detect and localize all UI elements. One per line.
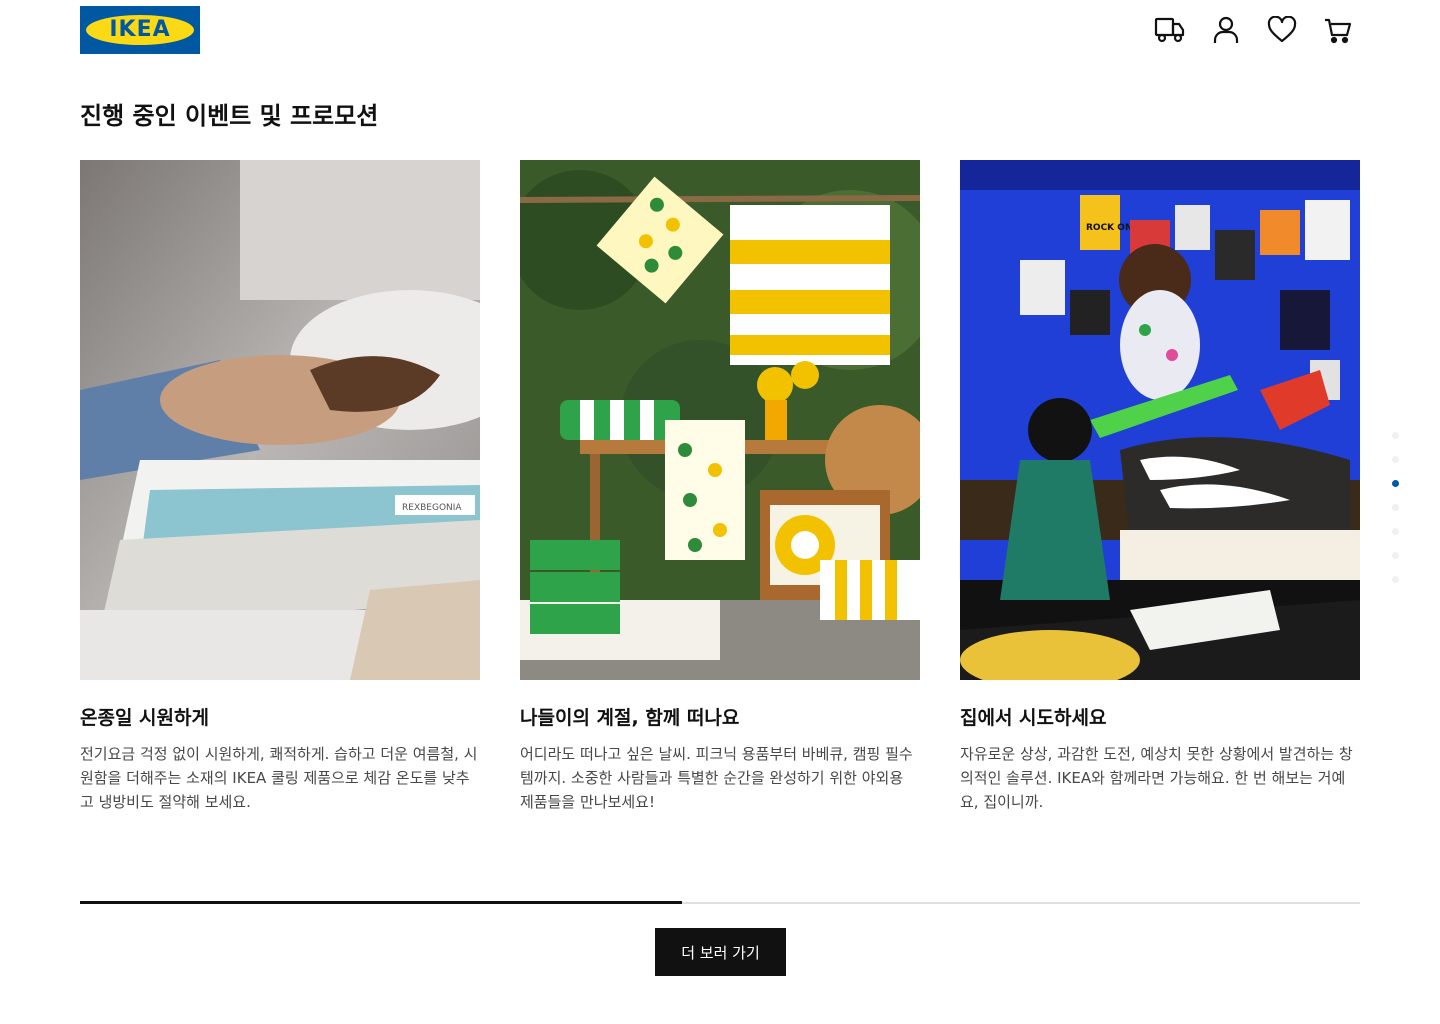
header-icons (1154, 14, 1354, 46)
promo-card-cooling[interactable]: REXBEGONIA 온종일 시원하게 전기요금 걱정 없이 시원하게, 쾌적하… (80, 160, 480, 814)
card-image-cooling[interactable]: REXBEGONIA (80, 160, 480, 680)
carousel-dot[interactable] (1392, 528, 1399, 535)
heart-icon[interactable] (1266, 14, 1298, 46)
carousel-dot[interactable] (1392, 504, 1399, 511)
carousel-dot[interactable] (1392, 552, 1399, 559)
carousel-scrollbar[interactable] (80, 901, 1360, 904)
carousel-dot[interactable] (1392, 576, 1399, 583)
see-more-button[interactable]: 더 보러 가기 (655, 928, 786, 976)
card-desc-cooling: 전기요금 걱정 없이 시원하게, 쾌적하게. 습하고 더운 여름철, 시원함을 … (80, 745, 478, 811)
card-desc-outdoor: 어디라도 떠나고 싶은 날씨. 피크닉 용품부터 바베큐, 캠핑 필수템까지. … (520, 745, 913, 811)
poster-label-text: ROCK ON (1086, 223, 1132, 233)
card-title-home[interactable]: 집에서 시도하세요 (960, 704, 1360, 732)
carousel-dot[interactable] (1392, 432, 1399, 439)
user-icon[interactable] (1210, 14, 1242, 46)
cart-icon[interactable] (1322, 14, 1354, 46)
carousel-dot[interactable] (1392, 456, 1399, 463)
card-title-cooling[interactable]: 온종일 시원하게 (80, 704, 480, 732)
pillow-label-text: REXBEGONIA (402, 503, 462, 513)
promo-card-home[interactable]: ROCK ON 집에서 시도하세요 자유로운 상상, 과감한 도전, 예상치 못… (960, 160, 1360, 814)
card-image-home[interactable]: ROCK ON (960, 160, 1360, 680)
ikea-logo[interactable]: IKEA (80, 6, 200, 54)
logo-text: IKEA (109, 17, 171, 42)
site-header: IKEA (0, 0, 1440, 62)
carousel-dot[interactable] (1392, 480, 1399, 487)
card-desc-home: 자유로운 상상, 과감한 도전, 예상치 못한 상황에서 발견하는 창의적인 솔… (960, 745, 1353, 811)
carousel-pagination-dots (1392, 432, 1400, 600)
carousel-scrollbar-thumb[interactable] (80, 901, 682, 904)
truck-icon[interactable] (1154, 14, 1186, 46)
logo-oval: IKEA (86, 15, 194, 45)
card-image-outdoor[interactable] (520, 160, 920, 680)
card-title-outdoor[interactable]: 나들이의 계절, 함께 떠나요 (520, 704, 920, 732)
promo-card-outdoor[interactable]: 나들이의 계절, 함께 떠나요 어디라도 떠나고 싶은 날씨. 피크닉 용품부터… (520, 160, 920, 814)
section-title: 진행 중인 이벤트 및 프로모션 (80, 102, 379, 130)
